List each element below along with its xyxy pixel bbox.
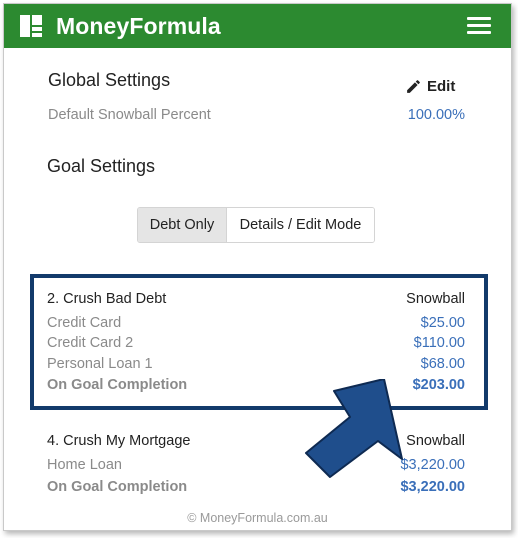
hamburger-menu-icon[interactable] [467, 17, 491, 35]
pencil-icon [407, 80, 420, 93]
toggle-details-edit-mode[interactable]: Details / Edit Mode [227, 208, 374, 242]
top-app-bar: MoneyFormula [4, 4, 511, 48]
app-frame: MoneyFormula Global Settings Edit Defaul… [3, 3, 512, 531]
goal-name: 4. Crush My Mortgage [47, 433, 191, 449]
goal-settings-title: Goal Settings [47, 156, 156, 176]
toggle-debt-only[interactable]: Debt Only [138, 208, 227, 242]
global-settings-title: Global Settings [48, 70, 171, 90]
goal-completion-label: On Goal Completion [47, 479, 188, 495]
edit-label: Edit [427, 78, 456, 95]
default-snowball-label: Default Snowball Percent [48, 107, 211, 123]
default-snowball-value[interactable]: 100.00% [408, 107, 465, 123]
brand-title[interactable]: MoneyFormula [56, 13, 221, 40]
footer-copyright: © MoneyFormula.com.au [187, 511, 328, 525]
highlight-box [30, 274, 488, 410]
view-mode-toggle: Debt Only Details / Edit Mode [137, 207, 375, 243]
list-item-label: Home Loan [47, 457, 122, 473]
pointer-arrow-icon [305, 379, 403, 478]
list-item-amount[interactable]: $3,220.00 [400, 457, 465, 473]
goal-completion-amount: $3,220.00 [400, 479, 465, 495]
goal-strategy: Snowball [406, 433, 465, 449]
edit-button[interactable]: Edit [405, 77, 465, 97]
grid-logo-icon[interactable] [20, 15, 42, 37]
